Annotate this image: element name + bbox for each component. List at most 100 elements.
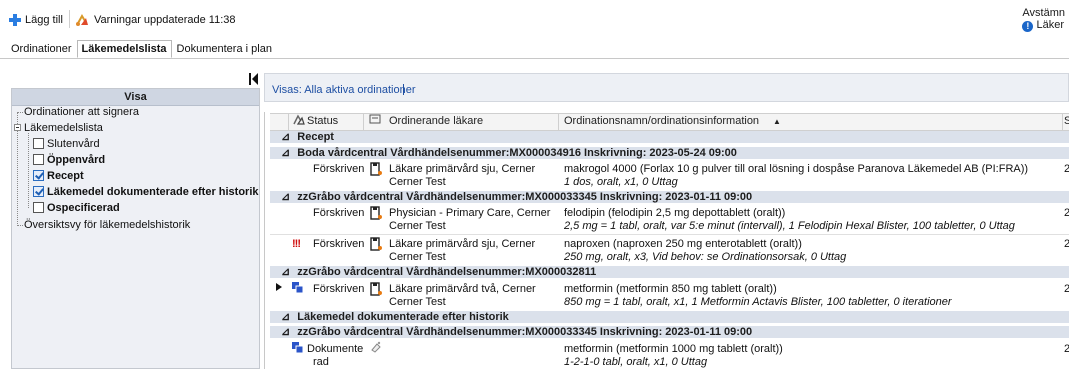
severe-warning-icon[interactable]: !!!	[292, 238, 301, 250]
status-cell: Dokumente	[307, 343, 364, 355]
text-cursor	[403, 84, 404, 95]
tab-lakemedelslista[interactable]: Läkemedelslista	[76, 40, 172, 58]
group-toggle-icon[interactable]: ⊿	[281, 326, 290, 338]
collapse-panel-icon[interactable]	[249, 73, 259, 85]
order-name[interactable]: metformin (metformin 1000 mg tablett (or…	[564, 343, 783, 355]
prescription-icon	[370, 206, 382, 220]
group-toggle-icon[interactable]: ⊿	[281, 191, 290, 203]
sidebar-item-lakemedelslista[interactable]: Läkemedelslista	[24, 121, 103, 135]
order-name[interactable]: metformin (metformin 850 mg tablett (ora…	[564, 283, 777, 295]
sidebar-item-label: Ospecificerad	[47, 202, 120, 214]
start-cell: 20	[1064, 207, 1069, 219]
prescriber-cell: Cerner Test	[389, 176, 446, 188]
status-cell: Förskriven	[313, 283, 365, 295]
checkbox-checked[interactable]	[33, 170, 44, 181]
group-toggle-icon[interactable]: ⊿	[281, 266, 290, 278]
column-start[interactable]: St	[1064, 115, 1069, 127]
warnings-button[interactable]: Varningar uppdaterade 11:38	[74, 12, 235, 28]
status-cell: Förskriven	[313, 207, 365, 219]
column-separator	[1062, 113, 1063, 130]
filter-link[interactable]: Visas: Alla aktiva ordinationer	[272, 84, 416, 96]
group-label: zzGråbo vårdcentral Vårdhändelsenummer:M…	[297, 266, 597, 278]
sidebar-item-oppenvard[interactable]: Öppenvård	[33, 153, 105, 167]
group-row-grabo[interactable]: ⊿ zzGråbo vårdcentral Vårdhändelsenummer…	[270, 191, 1069, 203]
order-detail: 1 dos, oralt, x1, 0 Uttag	[564, 176, 678, 188]
row-divider	[270, 234, 1069, 235]
sort-ascending-icon: ▲	[773, 117, 781, 126]
sidebar-item-slutenvard[interactable]: Slutenvård	[33, 137, 100, 151]
warning-refresh-icon	[76, 14, 88, 26]
prescription-icon	[370, 282, 382, 296]
column-separator	[363, 113, 364, 130]
prescriber-cell: Cerner Test	[389, 220, 446, 232]
column-separator	[558, 113, 559, 130]
prescriber-cell: Läkare primärvård sju, Cerner	[389, 238, 536, 250]
prescriber-cell: Läkare primärvård sju, Cerner	[389, 163, 536, 175]
group-row-boda[interactable]: ⊿ Boda vårdcentral Vårdhändelsenummer:MX…	[270, 147, 1069, 159]
toolbar-separator	[69, 10, 70, 28]
add-button[interactable]: Lägg till	[9, 12, 63, 28]
sidebar-item-ordinationer-att-signera[interactable]: Ordinationer att signera	[24, 105, 139, 119]
group-row-grabo-2[interactable]: ⊿ zzGråbo vårdcentral Vårdhändelsenummer…	[270, 266, 1069, 278]
checkbox[interactable]	[33, 154, 44, 165]
tab-ordinationer[interactable]: Ordinationer	[6, 40, 77, 58]
tab-divider	[0, 58, 1069, 59]
group-row-grabo-3[interactable]: ⊿ zzGråbo vårdcentral Vårdhändelsenummer…	[270, 326, 1069, 338]
sidebar-item-dokumenterade-efter-historik[interactable]: Läkemedel dokumenterade efter historik	[33, 185, 259, 199]
checkbox-checked[interactable]	[33, 186, 44, 197]
plus-icon	[9, 14, 21, 26]
order-name[interactable]: naproxen (naproxen 250 mg enterotablett …	[564, 238, 802, 250]
reconcile-panel[interactable]: Avstämn ! Läker	[1022, 7, 1065, 32]
row-expand-icon[interactable]	[276, 283, 282, 291]
group-row-historik[interactable]: ⊿ Läkemedel dokumenterade efter historik	[270, 311, 1069, 323]
warning-column-icon	[293, 114, 305, 125]
prescriber-cell: Läkare primärvård två, Cerner	[389, 283, 536, 295]
checkbox[interactable]	[33, 202, 44, 213]
group-label: zzGråbo vårdcentral Vårdhändelsenummer:M…	[297, 326, 753, 338]
prescriber-cell: Cerner Test	[389, 251, 446, 263]
order-name[interactable]: felodipin (felodipin 2,5 mg depottablett…	[564, 207, 785, 219]
tree-line	[28, 133, 29, 208]
status-cell: Förskriven	[313, 163, 365, 175]
sidebar-item-recept[interactable]: Recept	[33, 169, 84, 183]
tab-dokumentera-i-plan[interactable]: Dokumentera i plan	[172, 40, 277, 58]
prescription-icon	[370, 162, 382, 176]
checkbox[interactable]	[33, 138, 44, 149]
sidebar-item-label: Slutenvård	[47, 138, 100, 150]
start-cell: 20	[1064, 283, 1069, 295]
reconcile-status: ! Läker	[1022, 19, 1065, 32]
order-column-icon	[369, 114, 381, 124]
column-order-name[interactable]: Ordinationsnamn/ordinationsinformation	[564, 115, 759, 127]
tab-bar: Ordinationer Läkemedelslista Dokumentera…	[6, 40, 277, 58]
column-status[interactable]: Status	[307, 115, 338, 127]
group-toggle-icon[interactable]: ⊿	[281, 131, 290, 143]
column-prescriber[interactable]: Ordinerande läkare	[389, 115, 483, 127]
documented-history-icon	[371, 341, 381, 353]
group-label: Läkemedel dokumenterade efter historik	[297, 311, 509, 323]
reconcile-status-label: Läker	[1036, 19, 1064, 31]
prescriber-cell: Cerner Test	[389, 296, 446, 308]
group-toggle-icon[interactable]: ⊿	[281, 311, 290, 323]
status-cell: rad	[313, 356, 329, 368]
group-label: Boda vårdcentral Vårdhändelsenummer:MX00…	[297, 147, 737, 159]
sidebar-item-ospecificerad[interactable]: Ospecificerad	[33, 201, 120, 215]
multiple-orders-icon	[292, 342, 304, 354]
prescriber-cell: Physician - Primary Care, Cerner	[389, 207, 551, 219]
start-cell: 20	[1064, 343, 1069, 355]
column-separator	[288, 113, 289, 130]
order-detail: 1-2-1-0 tabl, oralt, x1, 0 Uttag	[564, 356, 708, 368]
start-cell: 20	[1064, 238, 1069, 250]
group-toggle-icon[interactable]: ⊿	[281, 147, 290, 159]
group-row-recept[interactable]: ⊿ Recept	[270, 131, 1069, 143]
add-button-label: Lägg till	[25, 14, 63, 26]
sidebar-item-oversiktsvy[interactable]: Översiktsvy för läkemedelshistorik	[24, 218, 190, 232]
tree-line	[17, 225, 23, 226]
order-detail: 250 mg, oralt, x3, Vid behov: se Ordinat…	[564, 251, 847, 263]
warnings-label: Varningar uppdaterade 11:38	[94, 14, 236, 26]
sidebar-item-label: Öppenvård	[47, 154, 106, 166]
tree-collapse-icon[interactable]	[14, 124, 21, 131]
prescription-icon	[370, 237, 382, 251]
order-detail: 2,5 mg = 1 tabl, oralt, var 5:e minut (i…	[564, 220, 1015, 232]
group-label: zzGråbo vårdcentral Vårdhändelsenummer:M…	[297, 191, 753, 203]
order-name[interactable]: makrogol 4000 (Forlax 10 g pulver till o…	[564, 163, 1028, 175]
